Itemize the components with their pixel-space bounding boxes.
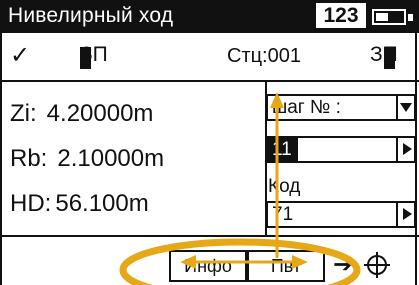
rb-row: Rb: 2.10000m: [10, 145, 164, 173]
crosshair-icon[interactable]: [364, 252, 390, 278]
hd-label: HD:: [10, 190, 52, 217]
softkey-divider: [2, 235, 419, 237]
station-row: ✓ ЗП Стц:001 ЗП: [2, 33, 419, 82]
step-select-label: шаг № :: [272, 97, 341, 118]
chevron-right-icon[interactable]: [396, 138, 414, 161]
step-select[interactable]: шаг № :: [266, 94, 416, 121]
code-field[interactable]: 71: [266, 201, 416, 228]
code-value: 71: [272, 204, 294, 225]
input-mode-badge[interactable]: 123: [316, 3, 366, 28]
device-screen: Нивелирный ход 123 ✓ ЗП Стц:001 ЗП Zi: 4.…: [0, 0, 419, 285]
zi-row: Zi: 4.20000m: [10, 100, 153, 128]
station-label: Стц:001: [227, 45, 301, 67]
chevron-down-icon[interactable]: [396, 96, 414, 119]
info-softkey[interactable]: Инфо: [169, 250, 247, 282]
arrow-right-icon[interactable]: ➔: [333, 250, 353, 279]
check-icon[interactable]: ✓: [10, 41, 30, 70]
chevron-right-icon[interactable]: [396, 203, 414, 226]
hd-row: HD: 56.100m: [10, 190, 149, 218]
code-label: Код: [268, 176, 301, 197]
step-value: 11: [272, 139, 292, 160]
rb-label: Rb:: [10, 145, 48, 172]
title-bar: Нивелирный ход 123: [2, 0, 419, 33]
pos-softkey[interactable]: Пвт: [247, 250, 325, 282]
hd-value: 56.100m: [55, 190, 149, 217]
rb-value: 2.10000m: [57, 145, 165, 172]
app-title: Нивелирный ход: [8, 4, 174, 27]
prev-point-label: ЗП: [80, 43, 108, 66]
zi-label: Zi:: [10, 100, 37, 127]
cursor-block: [384, 47, 395, 69]
zi-value: 4.20000m: [46, 100, 154, 127]
battery-icon: [372, 9, 413, 25]
step-value-field[interactable]: 11: [266, 136, 416, 163]
